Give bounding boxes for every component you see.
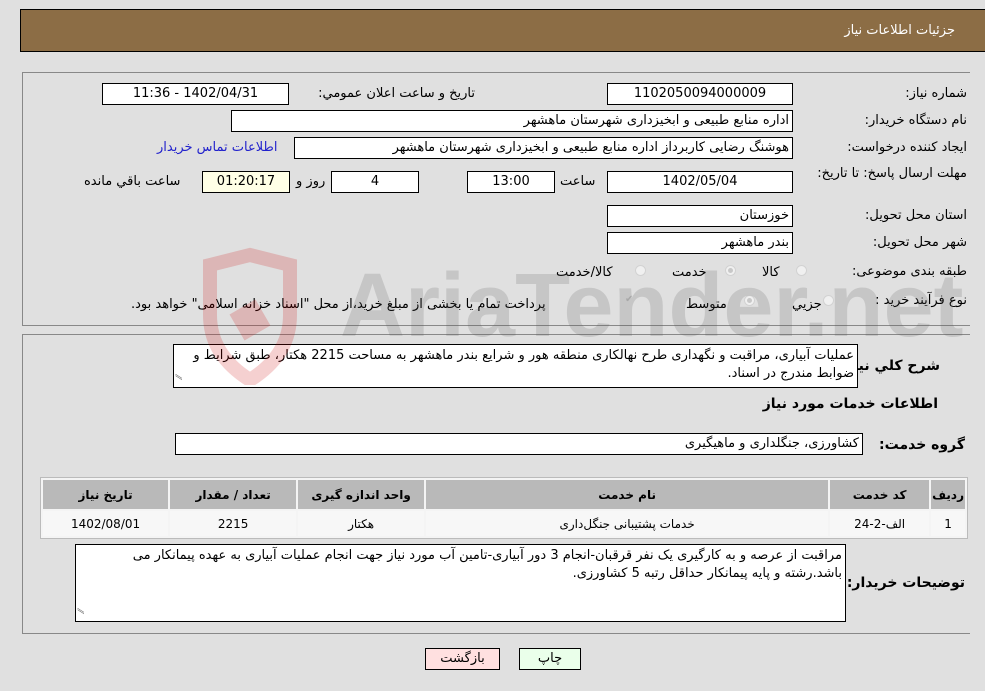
announce-datetime-field: 1402/04/31 - 11:36: [102, 83, 289, 105]
description-field[interactable]: عملیات آبیاری، مراقبت و نگهداری طرح نهال…: [173, 344, 858, 388]
need-number-field: 1102050094000009: [607, 83, 793, 105]
buyer-notes-label: توضيحات خريدار:: [846, 575, 965, 591]
purchase-radio-medium[interactable]: [744, 295, 755, 306]
remaining-time-field: 01:20:17: [202, 171, 290, 193]
province-field: خوزستان: [607, 205, 793, 227]
category-option-goods-service: کالا/خدمت: [556, 265, 613, 280]
resize-grip-icon[interactable]: ⁄⁄: [174, 375, 187, 378]
col-unit: واحد اندازه گيری: [298, 480, 425, 509]
days-label: روز و: [296, 174, 326, 189]
buyer-contact-link[interactable]: اطلاعات تماس خريدار: [157, 140, 277, 155]
purchase-type-label: نوع فرآیند خرید :: [875, 293, 967, 308]
print-button[interactable]: چاپ: [519, 648, 581, 670]
requester-label: ایجاد کننده درخواست:: [847, 140, 967, 155]
service-group-field: کشاورزی، جنگلداری و ماهیگیری: [175, 433, 863, 455]
remaining-time-label: ساعت باقي مانده: [84, 174, 181, 189]
category-radio-service[interactable]: [725, 265, 736, 276]
category-option-service: خدمت: [672, 265, 707, 280]
col-service-code: کد خدمت: [830, 480, 930, 509]
category-option-goods: کالا: [762, 265, 780, 280]
service-group-label: گروه خدمت:: [879, 437, 965, 453]
services-section-title: اطلاعات خدمات مورد نياز: [762, 396, 938, 412]
services-table: رديف کد خدمت نام خدمت واحد اندازه گيری ت…: [40, 477, 968, 539]
category-radio-goods-service[interactable]: [635, 265, 646, 276]
cell-quantity: 2215: [170, 511, 297, 536]
back-button[interactable]: بازگشت: [425, 648, 500, 670]
cell-row-number: 1: [931, 511, 965, 536]
cell-need-date: 1402/08/01: [43, 511, 169, 536]
page-title: جزئیات اطلاعات نیاز: [844, 23, 955, 38]
payment-note: پرداخت تمام یا بخشی از مبلغ خرید،از محل …: [131, 297, 546, 312]
deadline-time-field: 13:00: [467, 171, 555, 193]
purchase-option-medium: متوسط: [686, 297, 727, 312]
table-row: 1 الف-2-24 خدمات پشتیبانی جنگل‌داری هکتا…: [43, 511, 965, 536]
purchase-radio-minor[interactable]: [823, 295, 834, 306]
remaining-days-field: 4: [331, 171, 419, 193]
category-label: طبقه بندی موضوعی:: [851, 264, 967, 279]
requester-field: هوشنگ رضایی کاربرداز اداره منابع طبیعی و…: [294, 137, 793, 159]
city-field: بندر ماهشهر: [607, 232, 793, 254]
treasury-checkbox-icon[interactable]: ✔: [625, 294, 633, 305]
resize-grip-icon[interactable]: ⁄⁄: [76, 609, 89, 612]
buyer-notes-text: مراقبت از عرصه و به کارگیری یک نفر قرقبا…: [132, 548, 842, 581]
announce-datetime-label: تاریخ و ساعت اعلان عمومي:: [318, 86, 475, 101]
deadline-label: مهلت ارسال پاسخ: تا تاریخ:: [817, 166, 967, 181]
deadline-time-label: ساعت: [560, 174, 596, 189]
description-text: عملیات آبیاری، مراقبت و نگهداری طرح نهال…: [193, 348, 854, 381]
col-service-name: نام خدمت: [426, 480, 829, 509]
cell-service-code: الف-2-24: [830, 511, 930, 536]
category-radio-goods[interactable]: [796, 265, 807, 276]
deadline-date-field: 1402/05/04: [607, 171, 793, 193]
province-label: استان محل تحویل:: [865, 208, 967, 223]
need-number-label: شماره نیاز:: [905, 86, 967, 101]
table-header-row: رديف کد خدمت نام خدمت واحد اندازه گيری ت…: [43, 480, 965, 509]
buyer-notes-field[interactable]: مراقبت از عرصه و به کارگیری یک نفر قرقبا…: [75, 544, 846, 622]
page-header: جزئیات اطلاعات نیاز: [20, 9, 985, 52]
buyer-org-field: اداره منابع طبیعی و ابخیزداری شهرستان ما…: [231, 110, 793, 132]
buyer-org-label: نام دستگاه خريدار:: [864, 113, 967, 128]
col-need-date: تاريخ نياز: [43, 480, 169, 509]
cell-service-name: خدمات پشتیبانی جنگل‌داری: [426, 511, 829, 536]
cell-unit: هکتار: [298, 511, 425, 536]
city-label: شهر محل تحویل:: [872, 235, 967, 250]
col-quantity: تعداد / مقدار: [170, 480, 297, 509]
col-row-number: رديف: [931, 480, 965, 509]
purchase-option-minor: جزيي: [792, 297, 822, 312]
